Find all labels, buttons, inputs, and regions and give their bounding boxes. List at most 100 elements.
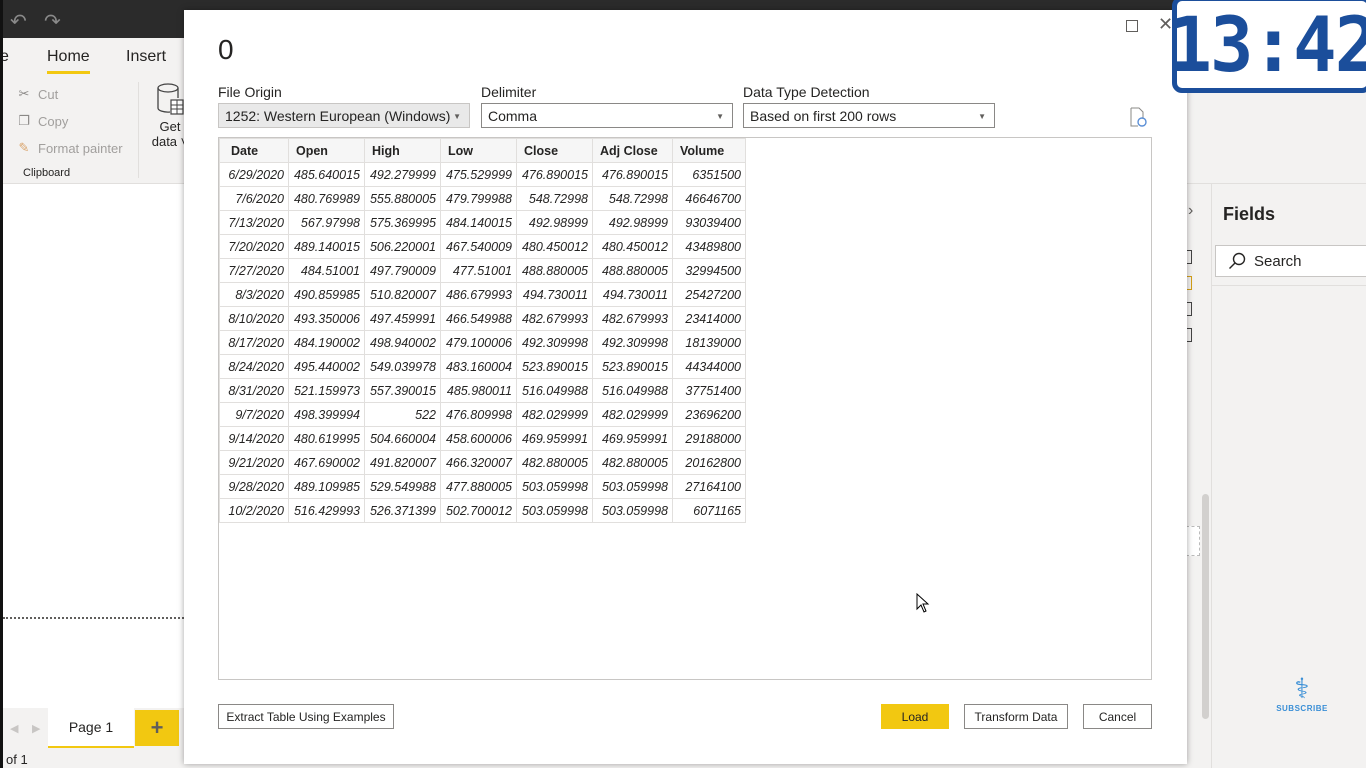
table-cell: 503.059998 <box>516 474 593 499</box>
refresh-preview-icon[interactable] <box>1129 107 1147 127</box>
column-header[interactable]: Volume <box>672 138 746 163</box>
table-cell: 503.059998 <box>592 498 673 523</box>
visualizations-strip: › <box>1186 184 1212 768</box>
table-cell: 480.450012 <box>516 234 593 259</box>
extract-table-button[interactable]: Extract Table Using Examples <box>218 704 394 729</box>
table-row: 6/29/2020 485.640015 492.279999 475.529999 4… <box>219 162 746 187</box>
table-cell: 8/3/2020 <box>219 282 289 307</box>
column-header[interactable]: High <box>364 138 441 163</box>
table-cell: 467.690002 <box>288 450 365 475</box>
table-cell: 521.159973 <box>288 378 365 403</box>
fields-search-input[interactable]: Search <box>1215 245 1366 277</box>
table-cell: 506.220001 <box>364 234 441 259</box>
scrollbar-thumb[interactable] <box>1202 494 1209 719</box>
table-cell: 7/6/2020 <box>219 186 289 211</box>
table-cell: 23696200 <box>672 402 746 427</box>
cancel-button[interactable]: Cancel <box>1083 704 1152 729</box>
next-page-icon[interactable]: ▶ <box>32 722 40 735</box>
column-header[interactable]: Low <box>440 138 517 163</box>
table-row: 7/13/2020 567.97998 575.369995 484.140015 49… <box>219 210 746 235</box>
column-header[interactable]: Date <box>219 138 289 163</box>
report-canvas[interactable] <box>3 184 184 714</box>
table-cell: 497.459991 <box>364 306 441 331</box>
preview-table: Date Open High Low Close Adj Close Volume 6/29… <box>219 138 746 523</box>
transform-data-button[interactable]: Transform Data <box>964 704 1068 729</box>
table-cell: 469.959991 <box>592 426 673 451</box>
format-painter-button[interactable]: ✎ Format painter <box>16 140 123 156</box>
mouse-cursor-icon <box>916 593 930 613</box>
table-row: 10/2/2020 516.429993 526.371399 502.700012 5… <box>219 498 746 523</box>
table-header-row: Date Open High Low Close Adj Close Volume <box>219 138 746 163</box>
column-header[interactable]: Adj Close <box>592 138 673 163</box>
table-cell: 466.549988 <box>440 306 517 331</box>
table-cell: 492.309998 <box>592 330 673 355</box>
table-cell: 498.399994 <box>288 402 365 427</box>
clipboard-group-label: Clipboard <box>23 167 71 179</box>
delimiter-dropdown[interactable]: Comma ▼ <box>481 103 733 128</box>
dialog-title: 0 <box>218 34 234 65</box>
table-cell: 477.880005 <box>440 474 517 499</box>
table-cell: 476.890015 <box>516 162 593 187</box>
chevron-right-icon[interactable]: › <box>1188 202 1193 220</box>
table-cell: 490.859985 <box>288 282 365 307</box>
search-placeholder: Search <box>1254 252 1302 270</box>
table-cell: 477.51001 <box>440 258 517 283</box>
table-cell: 498.940002 <box>364 330 441 355</box>
column-header[interactable]: Close <box>516 138 593 163</box>
add-page-button[interactable]: + <box>135 710 179 746</box>
tab-insert[interactable]: Insert <box>126 48 166 66</box>
table-cell: 510.820007 <box>364 282 441 307</box>
file-origin-dropdown[interactable]: 1252: Western European (Windows) ▼ <box>218 103 470 128</box>
table-cell: 492.98999 <box>516 210 593 235</box>
copy-button[interactable]: ❐ Copy <box>16 113 68 129</box>
search-icon <box>1229 252 1246 269</box>
chevron-down-icon: ▼ <box>716 112 724 121</box>
table-cell: 44344000 <box>672 354 746 379</box>
file-origin-value: 1252: Western European (Windows) <box>225 107 451 124</box>
table-cell: 476.890015 <box>592 162 673 187</box>
table-cell: 7/20/2020 <box>219 234 289 259</box>
table-cell: 483.160004 <box>440 354 517 379</box>
table-cell: 9/7/2020 <box>219 402 289 427</box>
subscribe-badge[interactable]: ⚕ SUBSCRIBE <box>1272 674 1332 714</box>
data-type-detection-label: Data Type Detection <box>743 84 870 100</box>
data-preview[interactable]: Date Open High Low Close Adj Close Volume 6/29… <box>218 137 1152 680</box>
delimiter-value: Comma <box>488 107 538 124</box>
table-cell: 466.320007 <box>440 450 517 475</box>
maximize-icon[interactable] <box>1126 20 1138 32</box>
column-header[interactable]: Open <box>288 138 365 163</box>
data-type-detection-dropdown[interactable]: Based on first 200 rows ▼ <box>743 103 995 128</box>
prev-page-icon[interactable]: ◀ <box>10 722 18 735</box>
table-cell: 482.880005 <box>516 450 593 475</box>
table-cell: 482.679993 <box>516 306 593 331</box>
table-cell: 32994500 <box>672 258 746 283</box>
clock-time: 13:42 <box>1168 0 1366 89</box>
table-cell: 502.700012 <box>440 498 517 523</box>
table-cell: 8/17/2020 <box>219 330 289 355</box>
table-row: 8/10/2020 493.350006 497.459991 466.549988 4… <box>219 306 746 331</box>
format-painter-icon: ✎ <box>18 140 30 155</box>
table-cell: 480.769989 <box>288 186 365 211</box>
redo-icon[interactable]: ↷ <box>44 9 61 34</box>
drop-zone[interactable] <box>1186 526 1200 556</box>
data-type-detection-value: Based on first 200 rows <box>750 107 897 124</box>
tab-home[interactable]: Home <box>47 48 90 74</box>
table-cell: 492.279999 <box>364 162 441 187</box>
load-button[interactable]: Load <box>881 704 949 729</box>
table-cell: 27164100 <box>672 474 746 499</box>
undo-icon[interactable]: ↶ <box>10 9 27 34</box>
table-cell: 37751400 <box>672 378 746 403</box>
file-origin-label: File Origin <box>218 84 282 100</box>
scissors-icon: ✂ <box>18 86 30 101</box>
table-cell: 526.371399 <box>364 498 441 523</box>
table-cell: 549.039978 <box>364 354 441 379</box>
table-cell: 482.679993 <box>592 306 673 331</box>
table-row: 8/3/2020 490.859985 510.820007 486.679993 49… <box>219 282 746 307</box>
cut-button[interactable]: ✂ Cut <box>16 86 59 102</box>
table-cell: 489.109985 <box>288 474 365 499</box>
table-cell: 503.059998 <box>516 498 593 523</box>
delimiter-label: Delimiter <box>481 84 537 100</box>
chevron-down-icon: ▼ <box>453 112 461 121</box>
table-cell: 482.029999 <box>516 402 593 427</box>
page-tab-1[interactable]: Page 1 <box>48 708 134 748</box>
